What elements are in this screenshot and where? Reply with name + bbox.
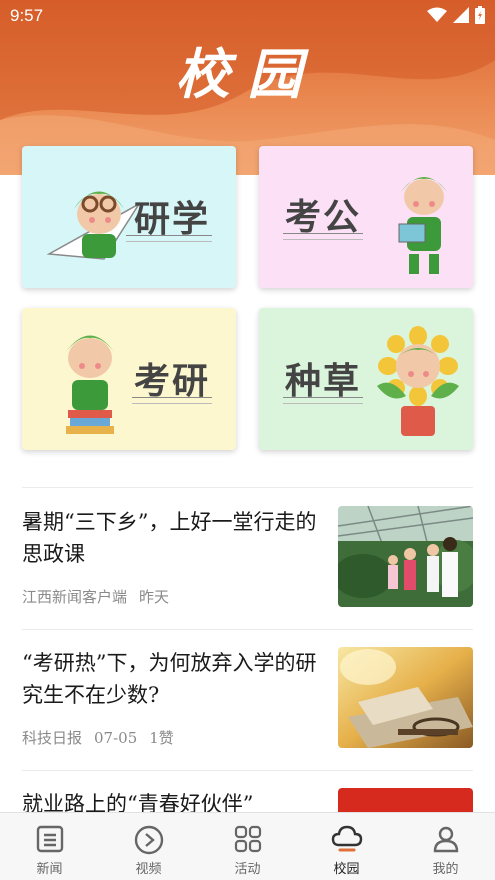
category-card-kaogong[interactable]: 考公	[259, 146, 473, 288]
tab-label: 新闻	[36, 862, 63, 877]
news-meta: 科技日报 07-05 1赞	[22, 727, 186, 748]
mascot-sunflower-illustration	[377, 326, 459, 436]
bottom-tab-bar: 新闻 视频 活动 校园 我的	[0, 812, 495, 880]
activity-icon	[234, 825, 261, 853]
category-card-zhongcao[interactable]: 种草	[259, 308, 473, 450]
page-title: 校园	[175, 43, 320, 106]
news-source: 科技日报	[22, 729, 83, 747]
mascot-plane-illustration	[46, 191, 140, 260]
news-time: 07-05	[94, 729, 138, 747]
news-thumbnail	[338, 506, 473, 607]
tab-campus[interactable]: 校园	[297, 813, 396, 880]
category-card-yanxue[interactable]: 研学	[22, 146, 236, 288]
tab-label: 我的	[432, 862, 459, 877]
battery-icon	[475, 6, 485, 24]
video-icon	[134, 825, 163, 855]
news-title: 就业路上的“青春好伙伴”	[22, 792, 254, 812]
section-divider	[22, 487, 473, 488]
tab-news[interactable]: 新闻	[0, 813, 99, 880]
news-title: 暑期“三下乡”，上好一堂行走的思政课	[22, 510, 317, 566]
news-title: “考研热”下，为何放弃入学的研究生不在少数?	[22, 651, 317, 707]
news-divider	[22, 770, 473, 771]
status-bar: 9:57	[0, 0, 495, 34]
wifi-icon	[427, 7, 447, 22]
news-source: 江西新闻客户端	[22, 588, 128, 606]
tab-profile[interactable]: 我的	[396, 813, 495, 880]
news-meta: 江西新闻客户端 昨天	[22, 586, 181, 607]
profile-icon	[433, 826, 458, 853]
news-likes: 1赞	[149, 729, 174, 747]
news-item[interactable]: 就业路上的“青春好伙伴”	[22, 788, 473, 812]
news-thumbnail	[338, 647, 473, 748]
mascot-study-illustration	[65, 335, 115, 434]
tab-label: 视频	[135, 862, 162, 877]
tab-activity[interactable]: 活动	[198, 813, 297, 880]
news-time: 昨天	[139, 588, 170, 606]
tab-label: 活动	[234, 862, 261, 877]
campus-icon	[331, 825, 362, 852]
status-icons	[427, 6, 485, 24]
news-item[interactable]: “考研热”下，为何放弃入学的研究生不在少数? 科技日报 07-05 1赞	[22, 647, 473, 751]
news-divider	[22, 629, 473, 630]
signal-icon	[453, 7, 469, 23]
tab-video[interactable]: 视频	[99, 813, 198, 880]
news-icon	[36, 825, 63, 853]
news-thumbnail	[338, 788, 473, 812]
news-item[interactable]: 暑期“三下乡”，上好一堂行走的思政课 江西新闻客户端 昨天	[22, 506, 473, 610]
category-card-kaoyan[interactable]: 考研	[22, 308, 236, 450]
tab-label: 校园	[333, 862, 360, 877]
status-time: 9:57	[10, 6, 44, 25]
mascot-book-illustration	[398, 177, 447, 274]
